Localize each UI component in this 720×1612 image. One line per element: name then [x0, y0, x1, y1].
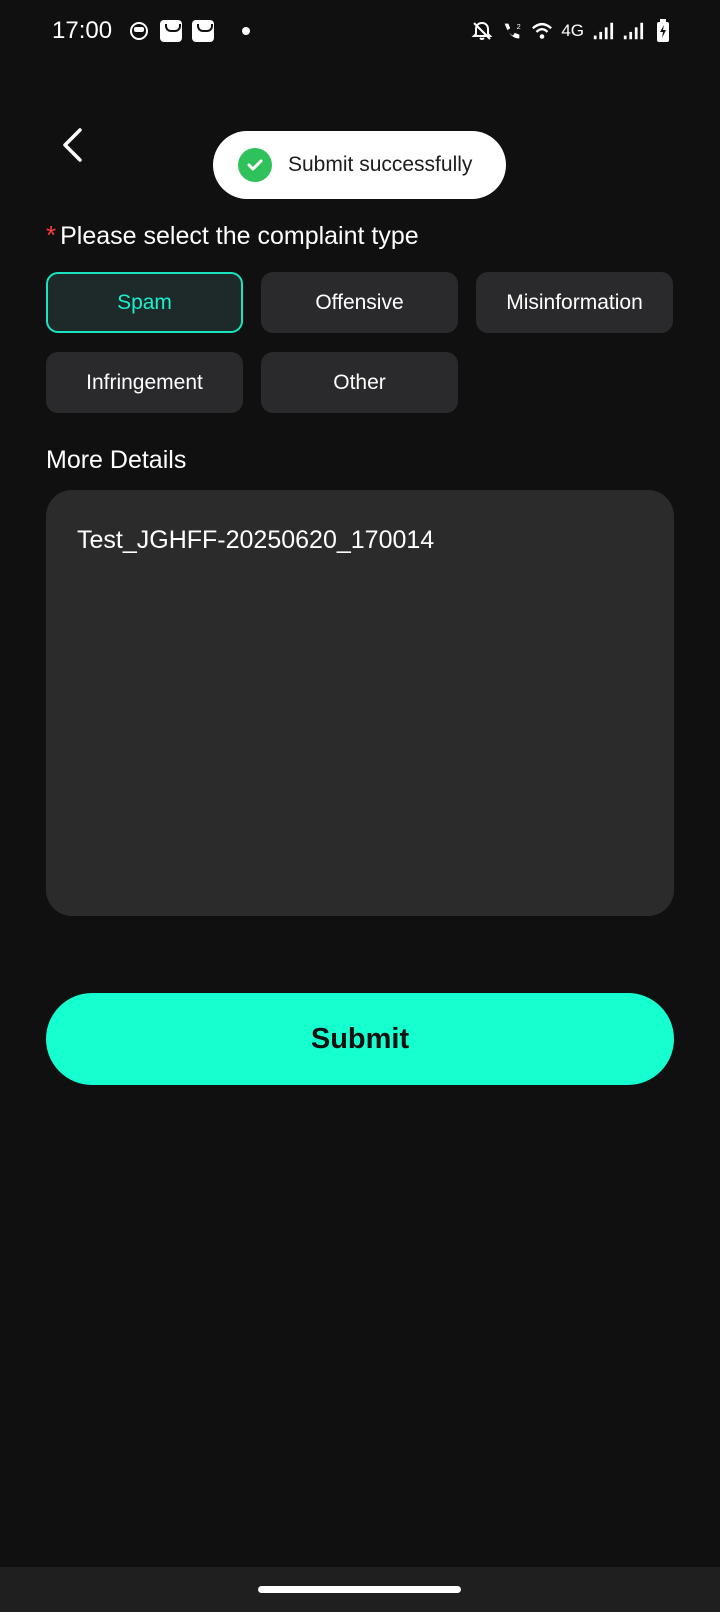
battery-charging-icon	[652, 19, 674, 42]
home-indicator[interactable]	[258, 1586, 461, 1593]
status-right: 2 4G	[471, 19, 674, 42]
status-left: 17:00	[52, 17, 251, 45]
navigation-bar	[0, 1567, 720, 1612]
toast-message: Submit successfully	[288, 153, 473, 176]
required-marker: *	[46, 220, 57, 250]
bell-off-icon	[471, 20, 493, 42]
status-time: 17:00	[52, 17, 113, 44]
svg-text:2: 2	[517, 22, 521, 31]
option-misinformation[interactable]: Misinformation	[476, 272, 673, 333]
wifi-icon	[531, 20, 553, 42]
option-spam[interactable]: Spam	[46, 272, 243, 333]
more-details-textarea[interactable]: Test_JGHFF-20250620_170014	[46, 490, 674, 916]
submit-button[interactable]: Submit	[46, 993, 674, 1085]
more-details-label: More Details	[46, 446, 187, 474]
signal-icon	[592, 20, 614, 42]
option-other[interactable]: Other	[261, 352, 458, 413]
complaint-type-title: * Please select the complaint type	[46, 222, 419, 251]
shopping-bag-icon	[192, 20, 215, 42]
complaint-screen: 17:00 2 4G Submit successfully * Please …	[0, 0, 720, 1612]
app-notification-icon	[128, 20, 150, 42]
complaint-type-label: Please select the complaint type	[60, 222, 419, 250]
success-toast: Submit successfully	[213, 131, 506, 199]
back-button[interactable]	[52, 122, 92, 168]
more-details-value: Test_JGHFF-20250620_170014	[77, 526, 435, 554]
status-bar: 17:00 2 4G	[0, 0, 720, 62]
signal-icon	[622, 20, 644, 42]
option-offensive[interactable]: Offensive	[261, 272, 458, 333]
dot-icon	[242, 27, 251, 35]
call-icon: 2	[501, 20, 523, 42]
shopping-bag-icon	[160, 20, 183, 42]
check-circle-icon	[238, 148, 272, 182]
chevron-left-icon	[63, 128, 82, 162]
option-infringement[interactable]: Infringement	[46, 352, 243, 413]
network-type: 4G	[561, 21, 584, 40]
